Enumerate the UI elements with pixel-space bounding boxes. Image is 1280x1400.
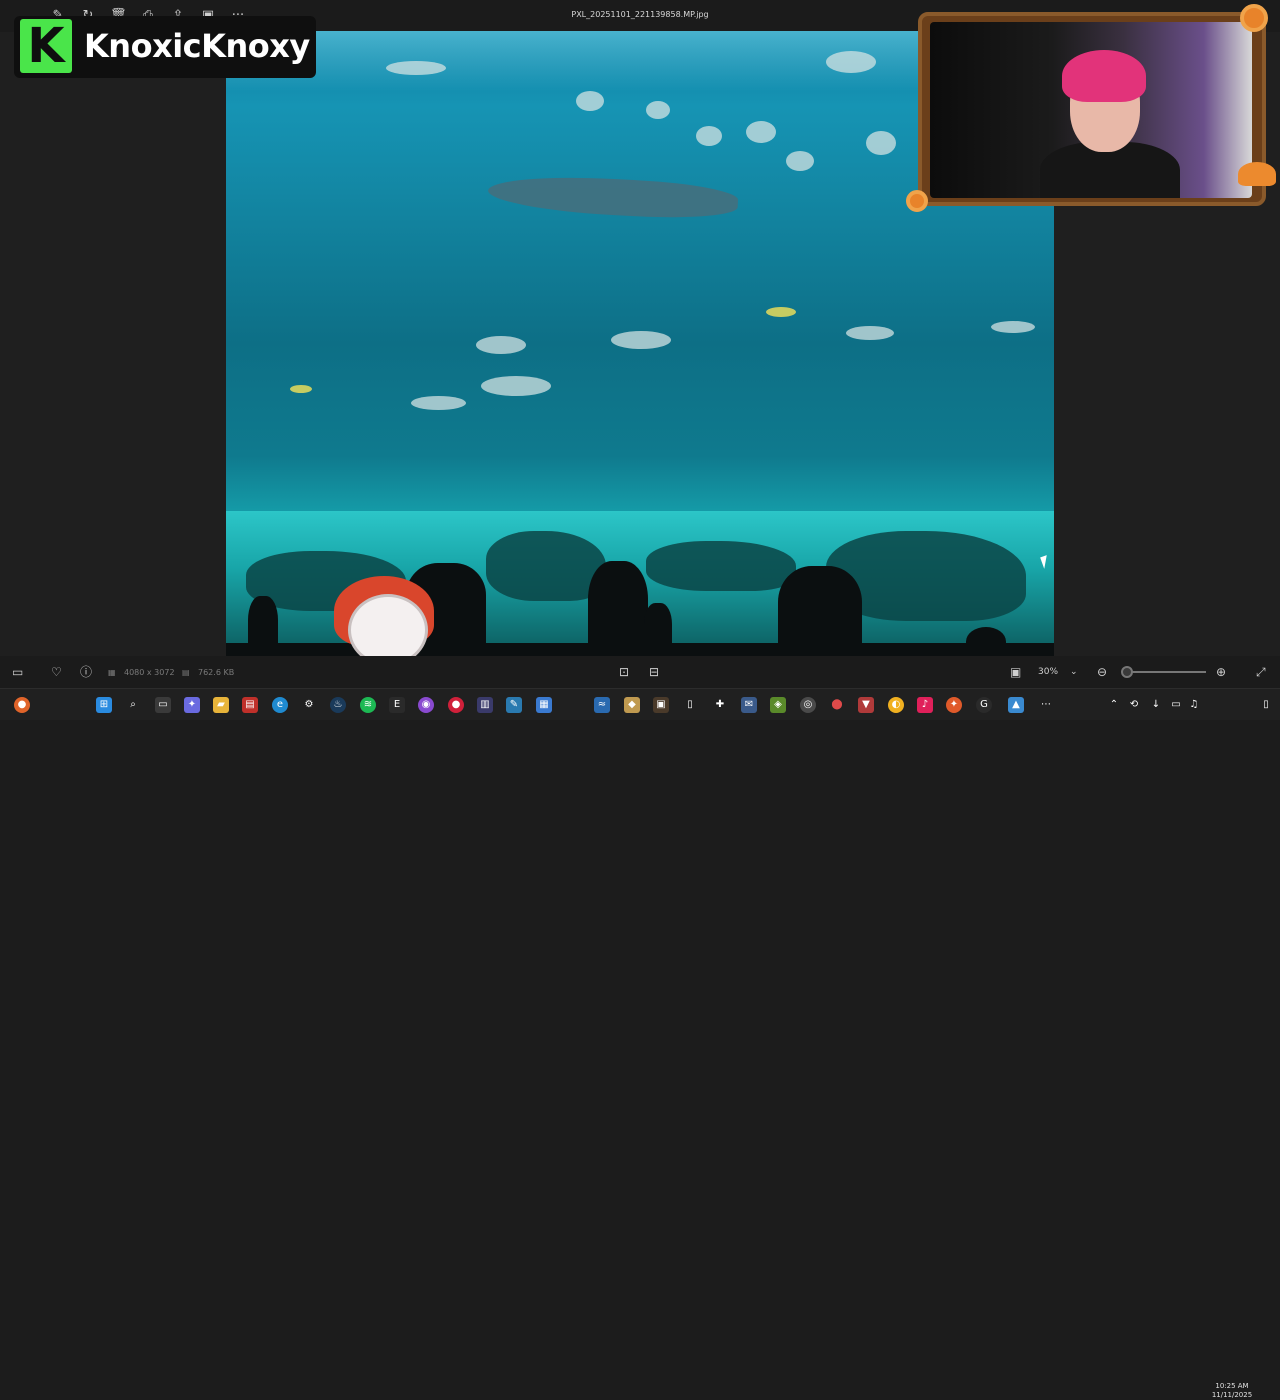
volume-icon[interactable]: ♫ bbox=[1186, 697, 1202, 713]
favorite-icon[interactable]: ♡ bbox=[51, 666, 62, 678]
steam-icon[interactable]: ♨ bbox=[330, 697, 346, 713]
zoom-slider-thumb[interactable] bbox=[1121, 666, 1133, 678]
network-icon[interactable]: ▭ bbox=[1168, 697, 1184, 713]
channel-logo-icon: K bbox=[20, 19, 72, 73]
bottom-toolbar: ▭ ♡ ⓘ ⊡ ⊟ ▣ ⌄ ⊖ ⊕ ⤢ bbox=[0, 656, 1280, 688]
notification-badge-icon[interactable]: ● bbox=[14, 697, 30, 713]
fish bbox=[646, 101, 670, 119]
tray-chevron-icon[interactable]: ⌃ bbox=[1106, 697, 1122, 713]
sync-icon[interactable]: ⟲ bbox=[1126, 697, 1142, 713]
gamepad-icon[interactable]: ✚ bbox=[712, 697, 728, 713]
spotify-icon[interactable]: ≋ bbox=[360, 697, 376, 713]
yellow-fish bbox=[766, 307, 796, 317]
fish bbox=[411, 396, 466, 410]
more-apps-icon[interactable]: ⋯ bbox=[1038, 697, 1054, 713]
notifications-icon[interactable]: ▯ bbox=[1258, 697, 1274, 713]
discord-like-icon[interactable]: ◉ bbox=[418, 697, 434, 713]
audio-app-icon[interactable]: ▥ bbox=[477, 697, 493, 713]
channel-name: KnoxicKnoxy bbox=[84, 27, 310, 65]
task-view-icon[interactable]: ▭ bbox=[155, 697, 171, 713]
app-icon[interactable]: ◐ bbox=[888, 697, 904, 713]
flower-decoration-icon bbox=[906, 190, 928, 212]
streamer-hair bbox=[1062, 50, 1146, 102]
document-icon[interactable]: ▯ bbox=[682, 697, 698, 713]
yellow-fish bbox=[290, 385, 312, 393]
tiktok-icon[interactable]: ♪ bbox=[917, 697, 933, 713]
file-explorer-icon[interactable]: ▰ bbox=[213, 697, 229, 713]
mushroom-decoration-icon bbox=[1238, 162, 1276, 186]
zoom-level[interactable]: 30% bbox=[1038, 667, 1058, 677]
taskbar-clock[interactable]: 10:25 AM 11/11/2025 bbox=[1206, 1382, 1258, 1400]
zoom-dropdown-chevron-icon[interactable]: ⌄ bbox=[1070, 666, 1078, 678]
fish bbox=[866, 131, 896, 155]
photos-app-icon[interactable]: ▲ bbox=[1008, 697, 1024, 713]
fullscreen-icon[interactable]: ⤢ bbox=[1256, 666, 1266, 678]
image-dimensions: 4080 x 3072 bbox=[124, 668, 175, 677]
fish bbox=[696, 126, 722, 146]
photo-viewer-window: ✎ ↻ 🗑 ⎙ ⇪ ▣ ··· PXL_20251101_221139858.M… bbox=[0, 0, 1280, 688]
zoom-slider[interactable] bbox=[1122, 671, 1206, 673]
windows-taskbar: ● ⊞ ⌕ ▭ ✦ ▰ ▤ e ⚙ ♨ ≋ E ◉ ● ▥ ✎ ▦ ≈ ◆ ▣ … bbox=[0, 688, 1280, 1399]
flower-decoration-icon bbox=[1240, 4, 1268, 32]
fish bbox=[991, 321, 1035, 333]
rock bbox=[646, 541, 796, 591]
fish bbox=[826, 51, 876, 73]
mail-icon[interactable]: ✉ bbox=[741, 697, 757, 713]
app-icon[interactable]: ◎ bbox=[800, 697, 816, 713]
start-icon[interactable]: ⊞ bbox=[96, 697, 112, 713]
actual-size-icon[interactable]: ▣ bbox=[1010, 666, 1021, 678]
copilot-icon[interactable]: ✦ bbox=[184, 697, 200, 713]
info-icon[interactable]: ⓘ bbox=[80, 666, 92, 678]
office-app-icon[interactable]: ▤ bbox=[242, 697, 258, 713]
app-icon[interactable]: ✦ bbox=[946, 697, 962, 713]
fish bbox=[846, 326, 894, 340]
fish bbox=[386, 61, 446, 75]
store-icon[interactable]: ▦ bbox=[536, 697, 552, 713]
file-size-icon: ▤ bbox=[182, 668, 190, 677]
location-pin-icon[interactable]: ⬤ bbox=[829, 697, 845, 713]
edge-browser-icon[interactable]: e bbox=[272, 697, 288, 713]
app-icon[interactable]: ▼ bbox=[858, 697, 874, 713]
app-icon[interactable]: ◆ bbox=[624, 697, 640, 713]
obs-like-icon[interactable]: ● bbox=[448, 697, 464, 713]
app-icon[interactable]: ✎ bbox=[506, 697, 522, 713]
filmstrip-icon[interactable]: ▭ bbox=[12, 666, 23, 678]
fish bbox=[476, 336, 526, 354]
fish bbox=[786, 151, 814, 171]
clock-date: 11/11/2025 bbox=[1211, 1391, 1253, 1399]
fish bbox=[576, 91, 604, 111]
app-icon[interactable]: ◈ bbox=[770, 697, 786, 713]
app-icon[interactable]: ▣ bbox=[653, 697, 669, 713]
webcam-overlay bbox=[918, 12, 1266, 206]
tray-icon[interactable]: ↓ bbox=[1148, 697, 1164, 713]
epic-games-icon[interactable]: E bbox=[389, 697, 405, 713]
visitor-silhouette bbox=[588, 561, 648, 656]
compare-icon[interactable]: ⊟ bbox=[649, 666, 659, 678]
fish bbox=[481, 376, 551, 396]
image-size-icon: ▦ bbox=[108, 668, 116, 677]
zoom-in-icon[interactable]: ⊕ bbox=[1216, 666, 1226, 678]
app-icon[interactable]: G bbox=[976, 697, 992, 713]
app-icon[interactable]: ≈ bbox=[594, 697, 610, 713]
zoom-out-icon[interactable]: ⊖ bbox=[1097, 666, 1107, 678]
fish bbox=[611, 331, 671, 349]
turkey-sticker bbox=[334, 570, 438, 668]
fit-screen-icon[interactable]: ⊡ bbox=[619, 666, 629, 678]
search-icon[interactable]: ⌕ bbox=[125, 697, 141, 713]
settings-gear-icon[interactable]: ⚙ bbox=[301, 697, 317, 713]
fish bbox=[746, 121, 776, 143]
whale-shark bbox=[487, 172, 739, 222]
webcam-feed bbox=[930, 22, 1252, 198]
file-size: 762.6 KB bbox=[198, 668, 235, 677]
clock-time: 10:25 AM bbox=[1215, 1382, 1249, 1390]
